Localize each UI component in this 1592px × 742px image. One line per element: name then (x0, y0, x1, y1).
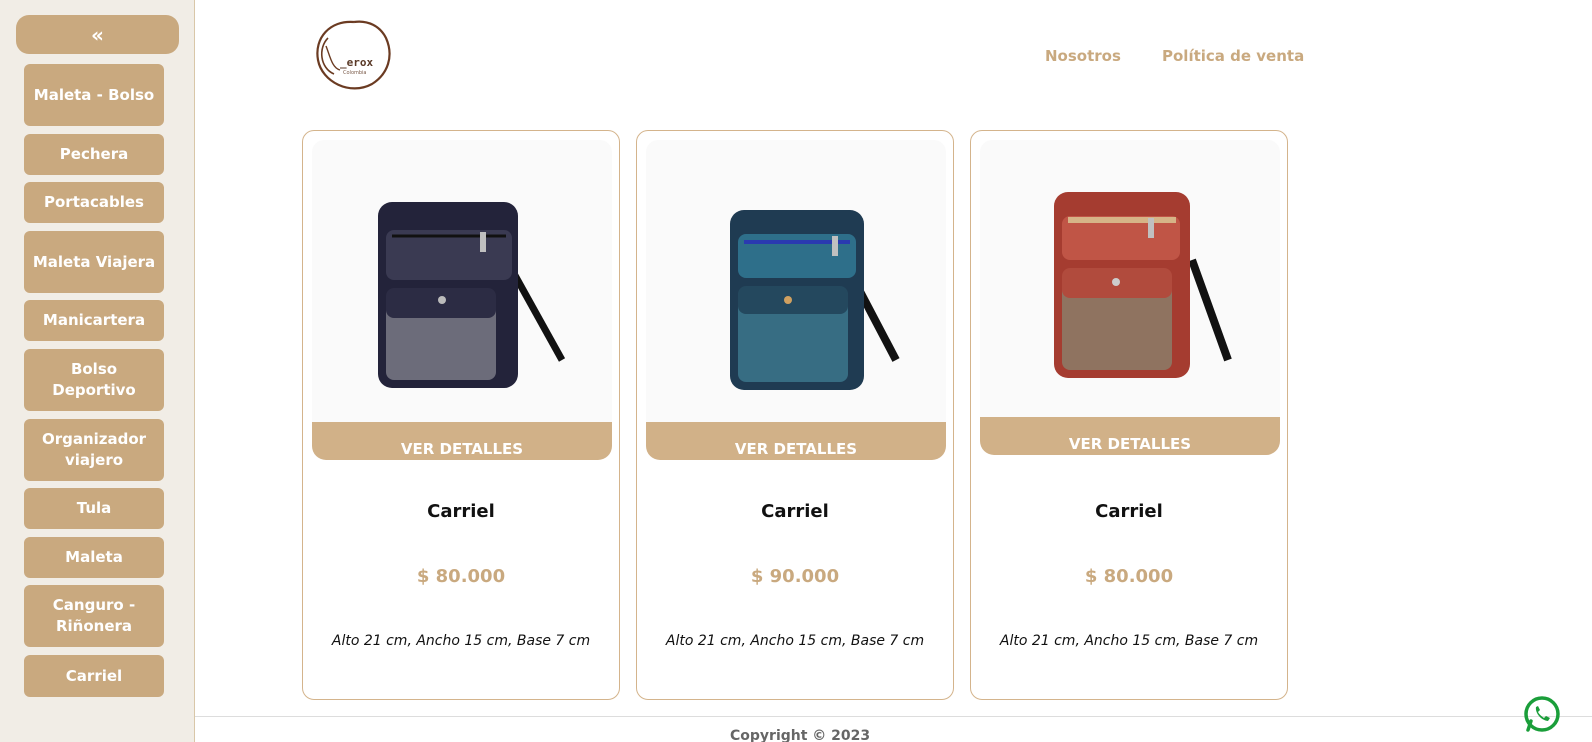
product-title: Carriel (761, 501, 829, 522)
sidebar: « Maleta - Bolso Pechera Portacables Mal… (0, 0, 195, 742)
sidebar-item-tula[interactable]: Tula (24, 488, 164, 529)
product-card: VER DETALLES Carriel $ 80.000 Alto 21 cm… (970, 130, 1288, 700)
sidebar-item-carriel[interactable]: Carriel (24, 655, 164, 697)
product-card: VER DETALLES Carriel $ 90.000 Alto 21 cm… (636, 130, 954, 700)
product-dimensions: Alto 21 cm, Ancho 15 cm, Base 7 cm (665, 633, 925, 649)
product-dimensions: Alto 21 cm, Ancho 15 cm, Base 7 cm (999, 633, 1259, 649)
sidebar-item-canguro-rinonera[interactable]: Canguro - Riñonera (24, 585, 164, 647)
product-image[interactable] (980, 140, 1280, 435)
product-dimensions: Alto 21 cm, Ancho 15 cm, Base 7 cm (331, 633, 591, 649)
nav-politica-de-venta[interactable]: Política de venta (1162, 47, 1304, 65)
product-card: VER DETALLES Carriel $ 80.000 Alto 21 cm… (302, 130, 620, 700)
logo-subtext: Colombia (343, 70, 367, 76)
footer-divider (195, 716, 1592, 717)
ver-detalles-button[interactable]: VER DETALLES (980, 417, 1280, 455)
logo-wordmark: _erox (340, 56, 373, 69)
product-price: $ 80.000 (1084, 566, 1174, 587)
sidebar-item-bolso-deportivo[interactable]: Bolso Deportivo (24, 349, 164, 411)
sidebar-item-portacables[interactable]: Portacables (24, 182, 164, 223)
nav-nosotros[interactable]: Nosotros (1045, 47, 1121, 65)
sidebar-item-organizador-viajero[interactable]: Organizador viajero (24, 419, 164, 481)
brand-logo[interactable]: _erox Colombia (310, 16, 396, 94)
product-price: $ 90.000 (750, 566, 840, 587)
sidebar-item-maleta-bolso[interactable]: Maleta - Bolso (24, 64, 164, 126)
product-image[interactable] (646, 140, 946, 440)
product-price: $ 80.000 (416, 566, 506, 587)
product-title: Carriel (1095, 501, 1163, 522)
whatsapp-icon[interactable] (1522, 694, 1562, 734)
collapse-sidebar-button[interactable]: « (16, 15, 179, 54)
sidebar-item-pechera[interactable]: Pechera (24, 134, 164, 175)
ver-detalles-button[interactable]: VER DETALLES (312, 422, 612, 460)
product-image[interactable] (312, 140, 612, 440)
ver-detalles-button[interactable]: VER DETALLES (646, 422, 946, 460)
sidebar-item-maleta-viajera[interactable]: Maleta Viajera (24, 231, 164, 293)
copyright-text: Copyright © 2023 (730, 728, 871, 742)
page: « Maleta - Bolso Pechera Portacables Mal… (0, 0, 1592, 742)
product-title: Carriel (427, 501, 495, 522)
sidebar-item-maleta[interactable]: Maleta (24, 537, 164, 578)
sidebar-item-manicartera[interactable]: Manicartera (24, 300, 164, 341)
